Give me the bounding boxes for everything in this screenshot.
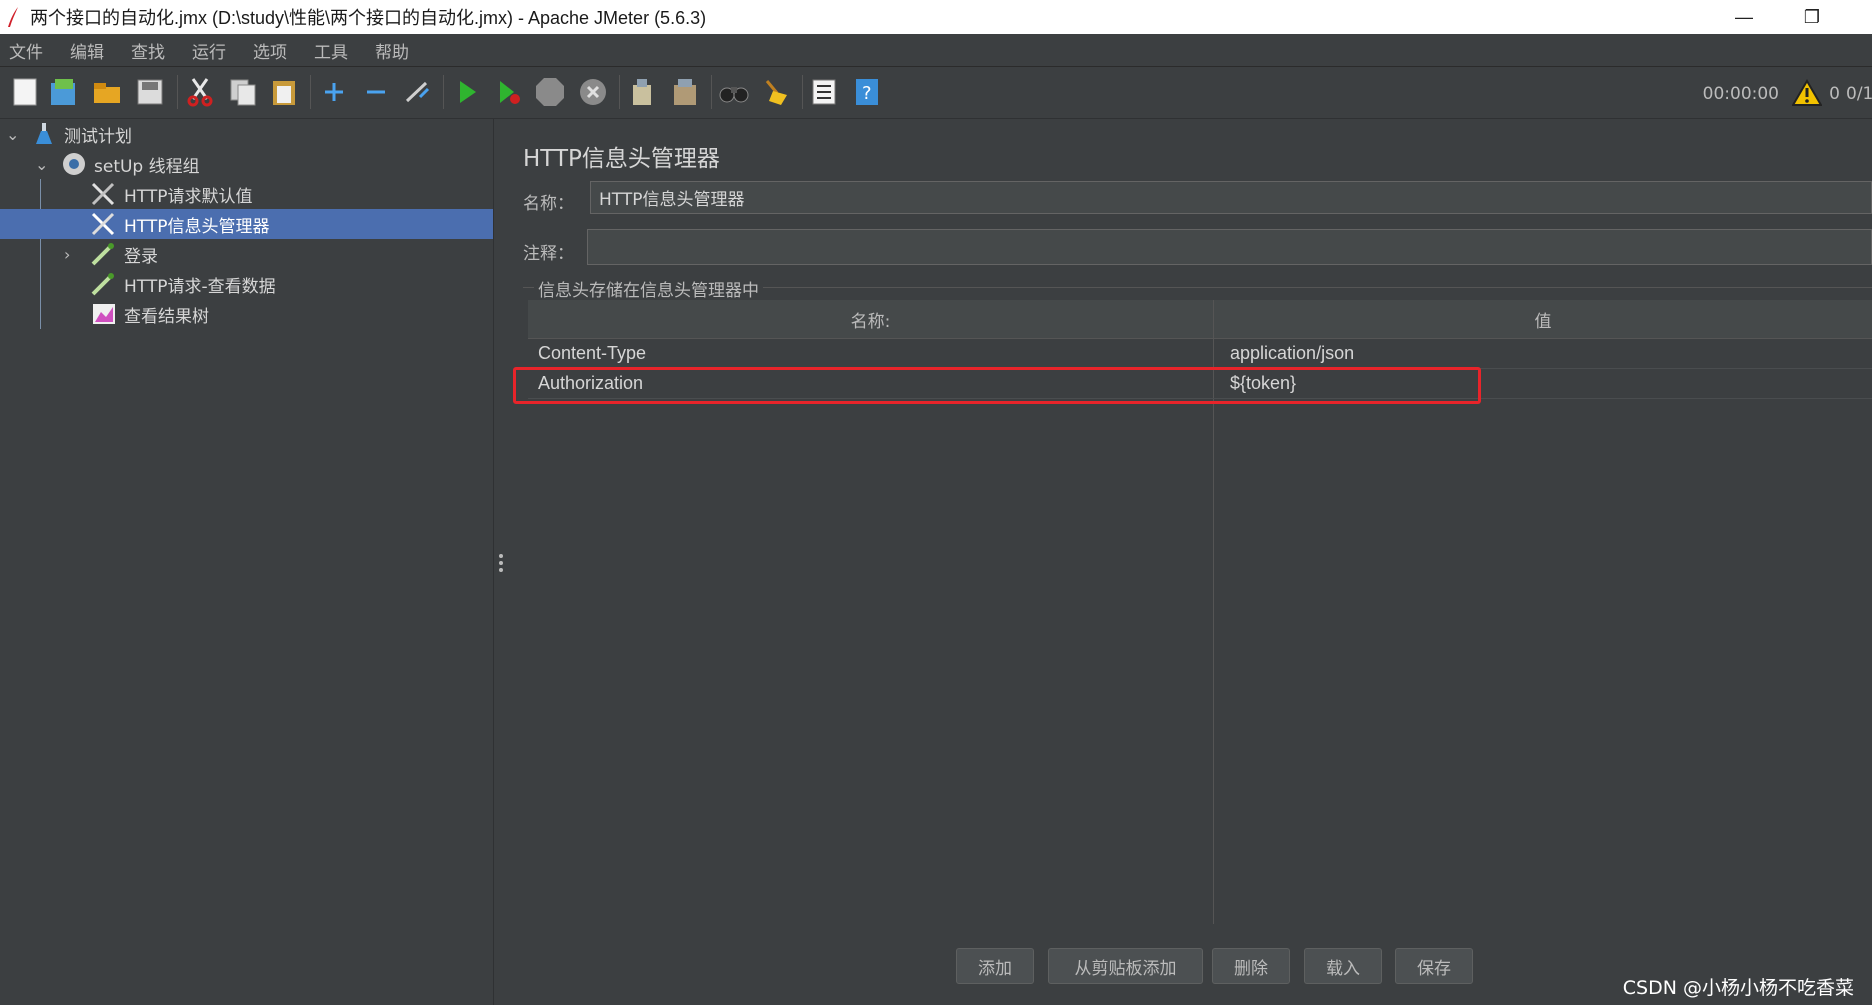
warning-icon[interactable] [1791,79,1823,112]
pipette-icon [90,271,116,302]
restore-button[interactable]: ❐ [1784,0,1840,34]
table-row[interactable]: Content-Type application/json [528,338,1872,369]
annotation-highlight-box [513,367,1481,404]
name-field[interactable]: HTTP信息头管理器 [590,181,1872,214]
tree-item-result-tree[interactable]: 查看结果树 [0,299,493,329]
menu-edit[interactable]: 编辑 [70,38,104,63]
minimize-button[interactable]: — [1716,0,1772,34]
column-header-name[interactable]: 名称: [528,300,1213,338]
shutdown-icon[interactable] [576,75,610,109]
menu-search[interactable]: 查找 [131,38,165,63]
menu-run[interactable]: 运行 [192,38,226,63]
column-header-value[interactable]: 值 [1214,300,1872,338]
panel-heading: HTTP信息头管理器 [523,146,720,172]
menu-help[interactable]: 帮助 [375,38,409,63]
tree-item-http-defaults[interactable]: HTTP请求默认值 [0,179,493,209]
header-manager-panel: HTTP信息头管理器 名称： HTTP信息头管理器 注释： 信息头存储在信息头管… [508,119,1872,1005]
jmeter-feather-icon [6,6,20,28]
delete-button[interactable]: 删除 [1212,948,1290,984]
tree-item-login[interactable]: › 登录 [0,239,493,269]
window-title: 两个接口的自动化.jmx (D:\study\性能\两个接口的自动化.jmx) … [30,8,707,28]
start-no-pauses-icon[interactable] [492,75,526,109]
copy-icon[interactable] [226,75,260,109]
active-threads: 0/1 [1846,84,1872,104]
reset-search-icon[interactable] [759,75,793,109]
tree-item-test-plan[interactable]: ⌄ 测试计划 [0,119,493,149]
comment-label: 注释： [523,244,574,264]
save-button[interactable]: 保存 [1395,948,1473,984]
gear-icon [61,151,87,182]
load-button[interactable]: 载入 [1304,948,1382,984]
header-value-cell[interactable]: application/json [1230,343,1354,364]
window-titlebar: 两个接口的自动化.jmx (D:\study\性能\两个接口的自动化.jmx) … [0,0,1872,34]
menu-tools[interactable]: 工具 [314,38,348,63]
tree-item-header-manager[interactable]: HTTP信息头管理器 [0,209,493,239]
chevron-down-icon[interactable]: ⌄ [35,155,48,174]
chevron-right-icon[interactable]: › [64,245,70,264]
tools-icon [90,211,116,242]
new-file-icon[interactable] [8,75,42,109]
save-icon[interactable] [133,75,167,109]
splitter-grip-icon [499,554,503,575]
help-icon[interactable]: ? [850,75,884,109]
paste-icon[interactable] [267,75,301,109]
menu-bar: 文件 编辑 查找 运行 选项 工具 帮助 [0,34,1872,67]
comment-field[interactable] [587,229,1872,265]
warning-count: 0 [1829,84,1840,104]
start-icon[interactable] [450,75,484,109]
collapse-icon[interactable] [359,75,393,109]
pipette-icon [90,241,116,272]
svg-text:?: ? [862,83,872,104]
test-plan-tree: ⌄ 测试计划 ⌄ setUp 线程组 HTTP请求默认值 HTTP信息头管理器 … [0,119,493,1005]
header-name-cell[interactable]: Content-Type [538,343,646,364]
name-label: 名称： [523,194,574,214]
chevron-down-icon[interactable]: ⌄ [6,125,19,144]
headers-group-title: 信息头存储在信息头管理器中 [534,276,763,301]
toggle-icon[interactable] [400,75,434,109]
csdn-watermark: CSDN @小杨小杨不吃香菜 [1622,977,1854,999]
tree-item-http-request-view[interactable]: HTTP请求-查看数据 [0,269,493,299]
templates-icon[interactable] [47,75,81,109]
clear-icon[interactable] [625,75,659,109]
menu-options[interactable]: 选项 [253,38,287,63]
add-from-clipboard-button[interactable]: 从剪贴板添加 [1048,948,1203,984]
menu-file[interactable]: 文件 [9,38,43,63]
add-button[interactable]: 添加 [956,948,1034,984]
chart-listener-icon [92,303,116,330]
open-folder-icon[interactable] [90,75,124,109]
elapsed-timer: 00:00:00 [1702,84,1779,104]
clear-all-icon[interactable] [668,75,702,109]
tree-item-setup-thread-group[interactable]: ⌄ setUp 线程组 [0,149,493,179]
function-helper-icon[interactable] [807,75,841,109]
panel-splitter[interactable] [493,119,509,1005]
stop-icon[interactable] [533,75,567,109]
tools-icon [90,181,116,212]
flask-icon [35,122,53,151]
table-header: 名称: 值 [528,300,1872,339]
toolbar: ? [0,67,1872,119]
cut-icon[interactable] [183,75,217,109]
expand-icon[interactable] [317,75,351,109]
search-binoculars-icon[interactable] [717,75,751,109]
